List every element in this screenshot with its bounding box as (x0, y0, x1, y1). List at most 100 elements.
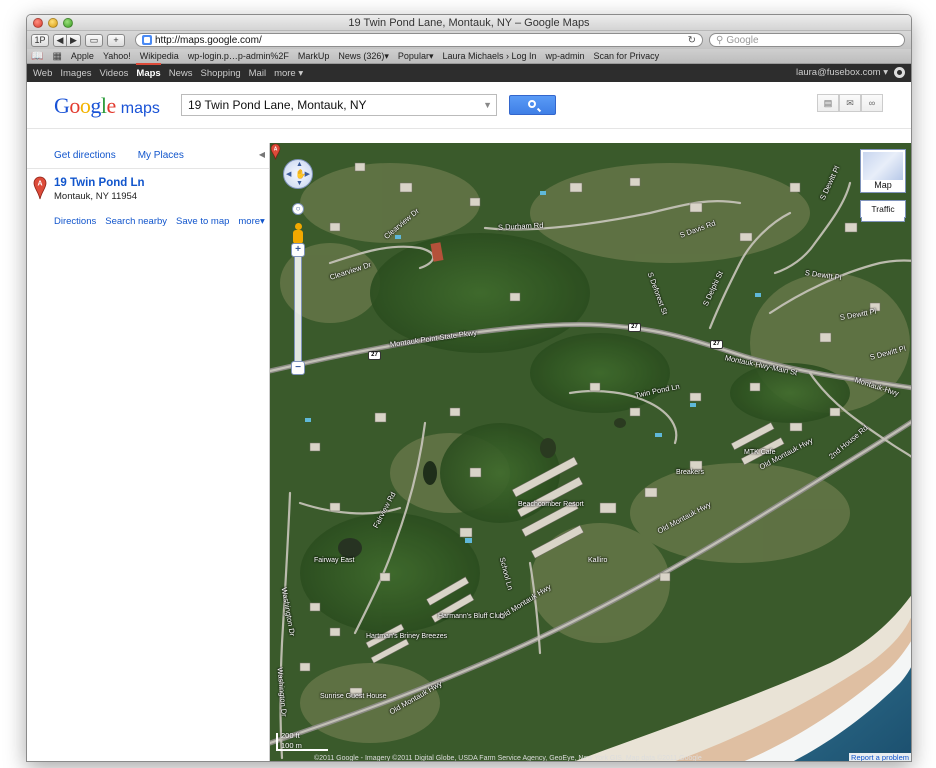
maps-search-value: 19 Twin Pond Lane, Montauk, NY (188, 98, 367, 112)
account-area: laura@fusebox.com ▾ (796, 67, 905, 78)
print-icon[interactable]: ▤ (817, 94, 839, 112)
get-directions-link[interactable]: Get directions (54, 150, 116, 168)
gbar-item[interactable]: Videos (100, 68, 129, 79)
bookmarks-icon[interactable]: ▭ (85, 33, 103, 47)
bookmark-item[interactable]: Laura Michaels › Log In (442, 51, 536, 61)
bookmark-item[interactable]: wp-login.p…p-admin%2F (188, 51, 289, 61)
email-icon[interactable]: ✉ (839, 94, 861, 112)
route-27-shield: 27 (368, 351, 381, 360)
zoom-in-button[interactable]: + (291, 243, 305, 257)
traffic-button[interactable]: Traffic (860, 200, 906, 222)
poi-label: Fairway East (314, 557, 355, 564)
google-maps-logo[interactable]: Google maps (54, 93, 160, 119)
favicon-icon (142, 35, 152, 45)
maps-search-input[interactable]: 19 Twin Pond Lane, Montauk, NY ▼ (181, 94, 497, 116)
result-actions: Directions Search nearby Save to map mor… (54, 216, 265, 227)
collapse-panel-icon[interactable]: ◀ (259, 150, 265, 159)
scale-meters: 100 m (281, 741, 302, 750)
bookmark-item[interactable]: Scan for Privacy (594, 51, 660, 61)
map-tools: ▤ ✉ ∞ (817, 94, 883, 112)
poi-label: Breakers (676, 469, 705, 476)
link-icon[interactable]: ∞ (861, 94, 883, 112)
bookmark-item[interactable]: Popular▾ (398, 51, 434, 62)
forward-button[interactable]: ▶ (67, 33, 81, 47)
result-title[interactable]: 19 Twin Pond Ln (54, 177, 145, 189)
reload-icon[interactable]: ↻ (688, 35, 696, 46)
more-link[interactable]: more▾ (238, 216, 264, 227)
poi-label: Beachcomber Resort (518, 501, 584, 508)
poi-label: Sunrise Guest House (320, 693, 387, 700)
marker-letter: A (37, 181, 42, 188)
hand-icon: ✋ (295, 169, 307, 179)
my-places-link[interactable]: My Places (138, 150, 184, 168)
gear-icon[interactable] (894, 67, 905, 78)
bookmarks-book-icon[interactable]: 📖 (31, 51, 43, 62)
google-bar: Web Images Videos Maps News Shopping Mail more … (27, 62, 911, 82)
map-attribution: ©2011 Google - Imagery ©2011 Digital Glo… (314, 755, 702, 762)
logo-maps-text: maps (120, 100, 160, 117)
marker-a-icon[interactable]: A (33, 176, 47, 200)
route-27-shield: 27 (628, 323, 641, 332)
left-panel: Get directions My Places ◀ A 19 Twin Pon… (27, 143, 270, 761)
save-to-map-link[interactable]: Save to map (176, 216, 229, 227)
pan-up-icon[interactable]: ▲ (296, 161, 303, 168)
directions-link[interactable]: Directions (54, 216, 96, 227)
zoom-slider-track[interactable] (294, 253, 302, 368)
maps-header: Google maps 19 Twin Pond Lane, Montauk, N… (27, 82, 911, 129)
result-address: Montauk, NY 11954 (54, 191, 138, 202)
browser-search-field[interactable]: ⚲ Google (709, 33, 905, 47)
bookmark-item[interactable]: Apple (71, 51, 94, 61)
magnifier-icon (528, 100, 536, 108)
poi-label: Harmann's Bluff Club (438, 613, 504, 620)
reset-view-icon[interactable]: ○ (292, 203, 304, 215)
location-marker-letter: A (274, 146, 278, 152)
scale-feet: 200 ft (281, 731, 300, 740)
scale-bar: 200 ft 100 m (276, 731, 328, 751)
password-manager-button[interactable]: 1P (31, 33, 49, 47)
browser-toolbar: 1P ◀ ▶ ▭ + http://maps.google.com/ ↻ ⚲ G… (27, 31, 911, 49)
pan-down-icon[interactable]: ▼ (296, 180, 303, 187)
poi-label: Hartman's Briney Breezes (366, 633, 448, 640)
search-maps-button[interactable] (509, 95, 556, 115)
address-bar[interactable]: http://maps.google.com/ ↻ (135, 33, 703, 47)
add-tab-button[interactable]: + (107, 33, 125, 47)
map-type-button[interactable]: Map (860, 149, 906, 193)
search-nearby-link[interactable]: Search nearby (105, 216, 167, 227)
url-text: http://maps.google.com/ (155, 34, 262, 46)
map-type-thumbnail (863, 152, 903, 180)
satellite-imagery (270, 143, 911, 761)
poi-label: MTK Cafe (744, 449, 776, 456)
panel-links: Get directions My Places ◀ (27, 143, 269, 169)
gbar-item[interactable]: Images (60, 68, 91, 79)
bookmark-item[interactable]: Wikipedia (140, 51, 179, 61)
street-view-pegman-icon[interactable] (292, 223, 304, 245)
gbar-item[interactable]: more ▾ (274, 68, 303, 79)
top-sites-grid-icon[interactable]: ▦ (52, 51, 61, 62)
back-button[interactable]: ◀ (53, 33, 67, 47)
account-email[interactable]: laura@fusebox.com ▾ (796, 67, 888, 78)
gbar-item[interactable]: Shopping (200, 68, 240, 79)
zoom-out-button[interactable]: − (291, 361, 305, 375)
bookmark-item[interactable]: wp-admin (546, 51, 585, 61)
report-problem-link[interactable]: Report a problem (849, 753, 911, 761)
location-marker-icon[interactable]: A (270, 143, 281, 160)
gbar-item[interactable]: Web (33, 68, 52, 79)
browser-search-placeholder: Google (726, 34, 759, 46)
satellite-map[interactable]: 27 27 27 S Durham Rd S Davis Rd S Dewitt… (270, 143, 911, 762)
browser-window: 19 Twin Pond Lane, Montauk, NY – Google … (26, 14, 912, 762)
gbar-item[interactable]: Maps (136, 62, 162, 79)
pan-control[interactable]: ▲ ▼ ◀ ▶ ✋ (283, 159, 313, 189)
map-type-label: Map (874, 180, 892, 190)
nav-buttons: ◀ ▶ (53, 33, 81, 47)
bookmark-item[interactable]: MarkUp (298, 51, 330, 61)
gbar-item[interactable]: Mail (249, 68, 266, 79)
gbar-item[interactable]: News (169, 68, 193, 79)
bookmark-item[interactable]: Yahoo! (103, 51, 131, 61)
title-bar: 19 Twin Pond Lane, Montauk, NY – Google … (27, 15, 911, 31)
chevron-down-icon[interactable]: ▼ (483, 95, 492, 115)
route-27-shield: 27 (710, 340, 723, 349)
bookmark-item[interactable]: News (326)▾ (338, 51, 389, 62)
poi-label: Kalliro (588, 557, 608, 564)
pan-left-icon[interactable]: ◀ (286, 170, 291, 178)
window-title: 19 Twin Pond Lane, Montauk, NY – Google … (348, 17, 590, 29)
